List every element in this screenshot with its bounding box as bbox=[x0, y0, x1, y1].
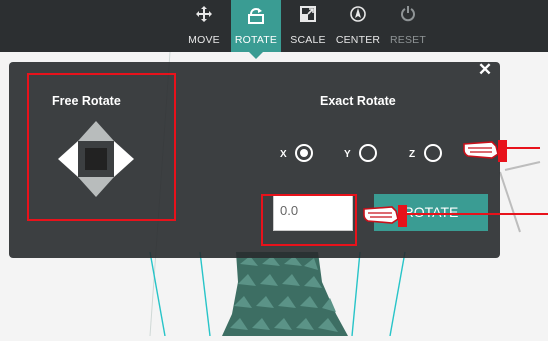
arrow-left-icon bbox=[58, 141, 78, 177]
reset-icon bbox=[383, 5, 433, 26]
angle-input-highlight bbox=[261, 194, 357, 246]
axis-z-label: Z bbox=[409, 149, 416, 160]
rotate-icon bbox=[231, 5, 281, 28]
center-icon bbox=[333, 5, 383, 26]
center-square-icon bbox=[85, 148, 107, 170]
close-icon[interactable]: ✕ bbox=[477, 61, 493, 78]
rotate-tool-button[interactable]: ROTATE bbox=[231, 0, 281, 59]
arrow-up-icon bbox=[78, 121, 114, 141]
toolbar: MOVE ROTATE SCALE CENTER RESET bbox=[0, 0, 548, 59]
center-tool-button[interactable]: CENTER bbox=[333, 0, 383, 52]
free-rotate-arrows[interactable] bbox=[56, 119, 136, 199]
pointing-hand-icon bbox=[463, 140, 540, 162]
scale-tool-button[interactable]: SCALE bbox=[283, 0, 333, 52]
move-tool-button[interactable]: MOVE bbox=[179, 0, 229, 52]
scale-label: SCALE bbox=[290, 34, 326, 46]
pointer-line bbox=[407, 213, 548, 215]
reset-tool-button[interactable]: RESET bbox=[383, 0, 433, 52]
reset-label: RESET bbox=[389, 34, 426, 46]
move-label: MOVE bbox=[188, 34, 220, 46]
arrow-down-icon bbox=[78, 177, 114, 197]
rotate-label: ROTATE bbox=[234, 34, 278, 46]
exact-rotate-title: Exact Rotate bbox=[320, 94, 396, 108]
axis-x-label: X bbox=[280, 149, 287, 160]
axis-y-label: Y bbox=[344, 149, 351, 160]
axis-x-radio[interactable] bbox=[295, 144, 313, 162]
center-label: CENTER bbox=[335, 34, 381, 46]
arrow-right-icon bbox=[114, 141, 134, 177]
axis-z-radio[interactable] bbox=[424, 144, 442, 162]
axis-y-radio[interactable] bbox=[359, 144, 377, 162]
scale-icon bbox=[283, 5, 333, 26]
free-rotate-title: Free Rotate bbox=[52, 94, 121, 108]
move-icon bbox=[179, 5, 229, 26]
